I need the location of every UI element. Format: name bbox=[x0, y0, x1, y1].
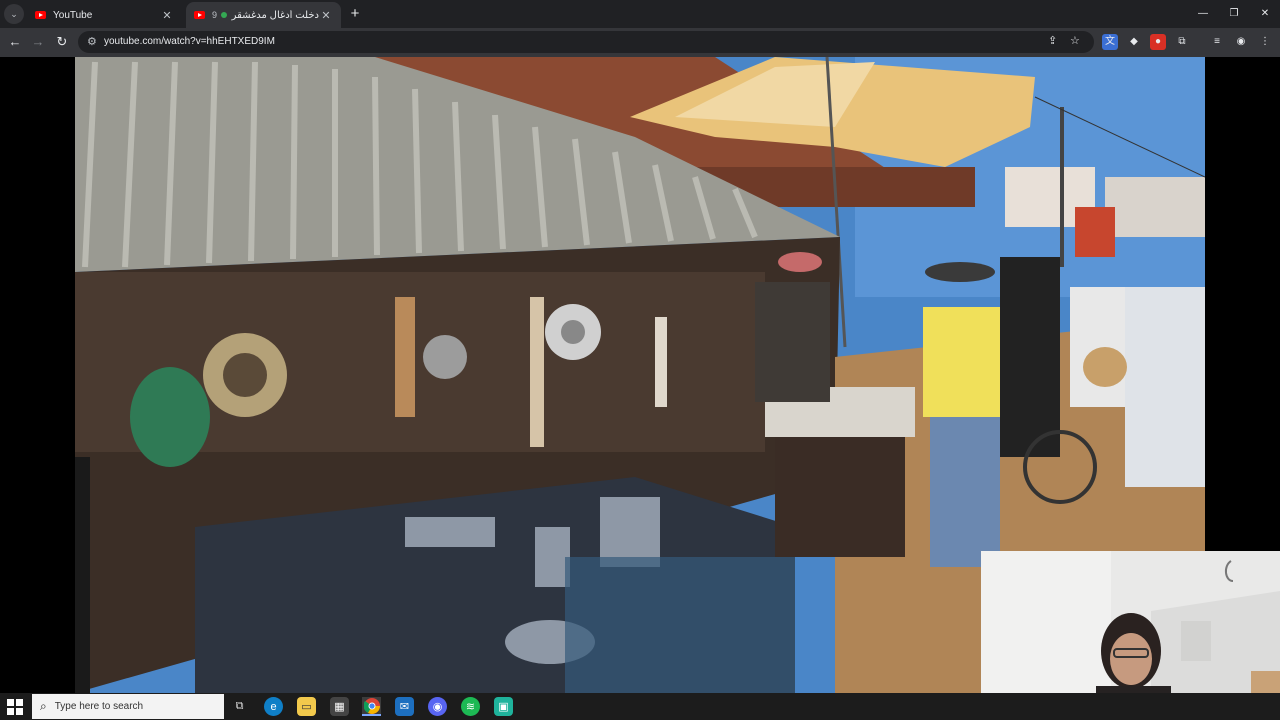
install-icon[interactable]: ⇪ bbox=[1048, 34, 1057, 47]
youtube-icon bbox=[194, 11, 205, 19]
tab-bar: ⌄ YouTube ✕ 9 دخلت أدغال مدغشقر 🔊 ✕ + — … bbox=[0, 0, 1280, 28]
windows-start-icon[interactable] bbox=[7, 699, 23, 715]
translate-extension-icon[interactable]: 文 bbox=[1102, 34, 1118, 50]
tab-close-icon[interactable]: ✕ bbox=[319, 9, 333, 22]
taskbar-search-input[interactable]: ⌕ Type here to search bbox=[32, 694, 224, 719]
chrome-logo-icon bbox=[363, 697, 380, 714]
back-button[interactable]: ← bbox=[4, 32, 26, 52]
youtube-icon bbox=[35, 11, 46, 19]
task-view-icon[interactable]: ⧉ bbox=[230, 697, 249, 716]
forward-button[interactable]: → bbox=[27, 32, 49, 52]
store-icon[interactable]: ▦ bbox=[330, 697, 349, 716]
tab-prefix: 9 bbox=[212, 10, 218, 20]
close-window-button[interactable]: ✕ bbox=[1249, 0, 1280, 28]
file-explorer-icon[interactable]: ▭ bbox=[297, 697, 316, 716]
extensions-puzzle-icon[interactable]: ⧉ bbox=[1174, 34, 1190, 50]
search-placeholder: Type here to search bbox=[54, 701, 144, 712]
tab-title: دخلت أدغال مدغشقر 🔊 bbox=[231, 9, 319, 21]
tab-title: YouTube bbox=[53, 9, 93, 21]
tab-close-icon[interactable]: ✕ bbox=[160, 9, 174, 22]
profile-icon[interactable]: ◉ bbox=[1233, 34, 1249, 50]
discord-icon[interactable]: ◉ bbox=[428, 697, 447, 716]
spotify-icon[interactable]: ≋ bbox=[461, 697, 480, 716]
diamond-extension-icon[interactable]: ◆ bbox=[1126, 34, 1142, 50]
app-icon[interactable]: ▣ bbox=[494, 697, 513, 716]
reload-button[interactable]: ↻ bbox=[51, 32, 73, 52]
minimize-button[interactable]: — bbox=[1187, 0, 1219, 28]
tab-youtube[interactable]: YouTube ✕ bbox=[27, 2, 182, 28]
menu-kebab-icon[interactable]: ⋮ bbox=[1257, 34, 1273, 50]
address-bar[interactable]: ⚙ youtube.com/watch?v=hhEHTXED9IM ⇪ ☆ bbox=[78, 31, 1094, 53]
windows-taskbar: ⌕ Type here to search ⧉ e ▭ ▦ ✉ ◉ ≋ ▣ bbox=[0, 693, 1280, 720]
red-extension-icon[interactable]: ● bbox=[1150, 34, 1166, 50]
bookmark-star-icon[interactable]: ☆ bbox=[1070, 34, 1080, 47]
restore-button[interactable]: ❐ bbox=[1218, 0, 1250, 28]
tab-search-button[interactable]: ⌄ bbox=[4, 4, 24, 24]
edge-icon[interactable]: e bbox=[264, 697, 283, 716]
recording-dot-icon bbox=[221, 12, 228, 18]
chrome-icon[interactable] bbox=[362, 697, 381, 716]
search-icon: ⌕ bbox=[40, 699, 47, 713]
browser-toolbar: ← → ↻ ⚙ youtube.com/watch?v=hhEHTXED9IM … bbox=[0, 28, 1280, 57]
url-text[interactable]: youtube.com/watch?v=hhEHTXED9IM bbox=[104, 31, 275, 53]
new-tab-button[interactable]: + bbox=[345, 4, 365, 24]
vpn-icon[interactable]: ✉ bbox=[395, 697, 414, 716]
video-player[interactable] bbox=[0, 57, 1280, 720]
tab-video[interactable]: 9 دخلت أدغال مدغشقر 🔊 ✕ bbox=[186, 2, 341, 28]
site-info-icon[interactable]: ⚙ bbox=[87, 35, 97, 48]
media-control-icon[interactable]: ≡ bbox=[1209, 34, 1225, 50]
